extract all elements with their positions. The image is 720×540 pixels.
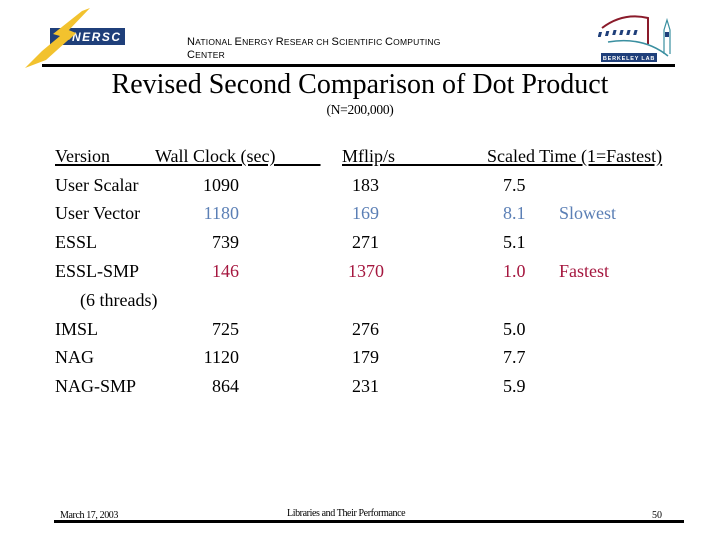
cell-wall-clock: 146 (212, 261, 239, 281)
cell-scaled: 7.7 (503, 347, 526, 367)
cell-wall-clock: 864 (212, 376, 239, 396)
cell-mflops: 231 (352, 376, 379, 396)
cell-mflops: 276 (352, 319, 379, 339)
cell-mflops: 169 (352, 203, 379, 223)
cell-version: User Vector (55, 203, 141, 223)
cell-mflops: 179 (352, 347, 379, 367)
cell-wall-clock: 725 (212, 319, 239, 339)
org-name: NATIONAL ENERGY RESEAR CH SCIENTIFIC COM… (187, 36, 441, 62)
cell-scaled: 5.1 (503, 232, 526, 252)
cell-scaled: 7.5 (503, 175, 526, 195)
cell-mflops: 271 (352, 232, 379, 252)
header-wall-clock: Wall Clock (sec) (155, 146, 276, 166)
dome-arc-icon (601, 15, 649, 44)
cell-version: IMSL (55, 319, 99, 339)
berkeley-lab-text: BERKELEY LAB (603, 56, 655, 62)
slide-title: Revised Second Comparison of Dot Product (111, 69, 609, 100)
cell-mflops: 1370 (348, 261, 384, 281)
cell-mflops: 183 (352, 175, 379, 195)
cell-wall-clock: 1180 (203, 203, 239, 223)
nersc-logo: NERSC (25, 8, 125, 68)
slide-subtitle: (N=200,000) (326, 102, 394, 117)
header-rule (42, 64, 675, 67)
cell-version: ESSL (55, 232, 98, 252)
cell-wall-clock: 739 (212, 232, 239, 252)
cell-version-note: (6 threads) (80, 290, 158, 310)
footer-rule (54, 520, 684, 523)
header-version: Version (55, 146, 110, 166)
cell-scaled: 5.9 (503, 376, 526, 396)
cell-wall-clock: 1120 (203, 347, 239, 367)
cell-scaled: 1.0 (503, 261, 526, 281)
org-name-line2: CENTER (187, 49, 225, 61)
header-scaled-time: Scaled Time (1=Fastest) (487, 146, 663, 166)
org-name-line1: NATIONAL ENERGY RESEAR CH SCIENTIFIC COM… (187, 36, 441, 48)
slowest-label: Slowest (559, 203, 617, 223)
cell-version: User Scalar (55, 175, 139, 195)
cell-version: NAG (55, 347, 94, 367)
nersc-logo-text: NERSC (72, 30, 122, 44)
cell-wall-clock: 1090 (203, 175, 239, 195)
cell-version: ESSL-SMP (55, 261, 140, 281)
cell-scaled: 8.1 (503, 203, 526, 223)
cell-scaled: 5.0 (503, 319, 526, 339)
berkeley-lab-logo: BERKELEY LAB (598, 15, 671, 62)
footer-title: Libraries and Their Performance (287, 508, 406, 519)
fastest-label: Fastest (559, 261, 610, 281)
cell-version: NAG-SMP (55, 376, 137, 396)
